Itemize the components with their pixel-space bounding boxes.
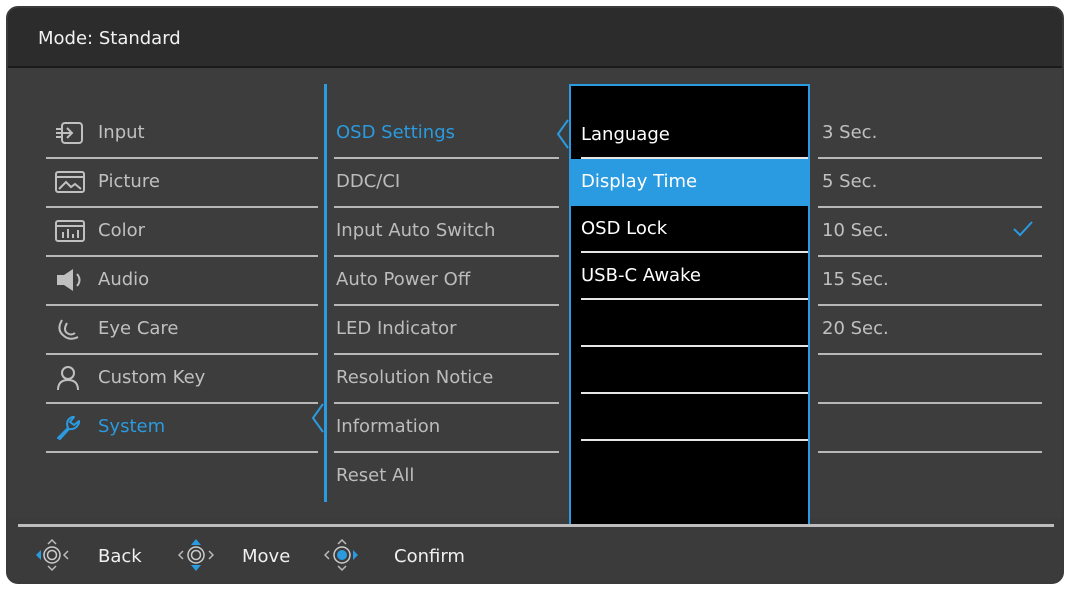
- bottom-divider: [18, 524, 1054, 527]
- checkmark-icon: [1013, 221, 1033, 237]
- main-menu-item-system[interactable]: System: [46, 404, 318, 453]
- system-menu-item[interactable]: Input Auto Switch: [334, 208, 559, 257]
- main-menu-label: Color: [98, 220, 145, 241]
- row-separator: [581, 439, 808, 441]
- main-menu-label: Input: [98, 122, 145, 143]
- osd-settings-label: Language: [581, 124, 670, 145]
- move-label: Move: [242, 546, 291, 567]
- audio-icon: [57, 269, 81, 291]
- move-hint: Move: [178, 538, 318, 572]
- main-menu-item-color[interactable]: Color: [46, 208, 318, 257]
- main-menu-label: Audio: [98, 269, 150, 290]
- picture-icon: [55, 171, 85, 193]
- option-label: 5 Sec.: [822, 171, 878, 192]
- color-icon: [55, 220, 85, 242]
- option-label: 3 Sec.: [822, 122, 878, 143]
- system-menu-label: Information: [336, 416, 441, 437]
- title-bar: Mode: Standard: [8, 8, 1062, 68]
- option-label: 10 Sec.: [822, 220, 889, 241]
- column-divider: [324, 84, 327, 502]
- main-menu-item-input[interactable]: Input: [46, 110, 318, 159]
- back-hint: Back: [34, 538, 154, 572]
- main-menu-item-picture[interactable]: Picture: [46, 159, 318, 208]
- osd-settings-item: [571, 300, 808, 347]
- osd-settings-menu: Language Display Time OSD Lock USB-C Awa…: [571, 112, 808, 441]
- mode-label: Mode: Standard: [38, 28, 181, 49]
- main-menu-label: Custom Key: [98, 367, 206, 388]
- main-menu-item-custom-key[interactable]: Custom Key: [46, 355, 318, 404]
- eye-care-icon: [58, 319, 79, 340]
- system-menu-item[interactable]: Auto Power Off: [334, 257, 559, 306]
- display-time-options: 3 Sec. 5 Sec. 10 Sec. 15 Sec. 20 Sec.: [818, 110, 1042, 453]
- joystick-up-down-icon: [178, 539, 214, 571]
- osd-settings-item[interactable]: Display Time: [571, 159, 808, 206]
- system-menu-item[interactable]: DDC/CI: [334, 159, 559, 208]
- main-menu-label: Eye Care: [98, 318, 179, 339]
- main-menu-item-audio[interactable]: Audio: [46, 257, 318, 306]
- display-time-option: [818, 404, 1042, 453]
- main-menu-caret-icon: [311, 403, 324, 433]
- confirm-hint: Confirm: [324, 538, 474, 572]
- system-menu-label: Resolution Notice: [336, 367, 494, 388]
- navigation-bar: Back Move Confirm: [8, 524, 1062, 582]
- system-icon: [57, 416, 80, 440]
- system-menu-label: DDC/CI: [336, 171, 401, 192]
- display-time-option[interactable]: 15 Sec.: [818, 257, 1042, 306]
- joystick-press-icon: [324, 538, 358, 572]
- joystick-left-icon: [36, 538, 69, 572]
- osd-settings-panel: Language Display Time OSD Lock USB-C Awa…: [569, 84, 810, 526]
- system-menu-label: OSD Settings: [336, 122, 456, 143]
- osd-settings-label: OSD Lock: [581, 218, 668, 239]
- custom-key-icon: [57, 366, 79, 391]
- system-menu-item[interactable]: LED Indicator: [334, 306, 559, 355]
- osd-settings-label: Display Time: [581, 171, 698, 192]
- osd-settings-item[interactable]: Language: [571, 112, 808, 159]
- main-menu: Input Picture Color Audio Eye Care Custo…: [46, 110, 318, 453]
- system-menu-item[interactable]: Information: [334, 404, 559, 453]
- osd-settings-item[interactable]: OSD Lock: [571, 206, 808, 253]
- main-menu-label: System: [98, 416, 166, 437]
- main-menu-label: Picture: [98, 171, 160, 192]
- back-label: Back: [98, 546, 142, 567]
- main-menu-item-eye-care[interactable]: Eye Care: [46, 306, 318, 355]
- system-menu-item[interactable]: OSD Settings: [334, 110, 559, 159]
- display-time-option[interactable]: 10 Sec.: [818, 208, 1042, 257]
- osd-window: Mode: Standard Input Picture Color Audio…: [6, 6, 1064, 584]
- confirm-label: Confirm: [394, 546, 465, 567]
- system-menu-item[interactable]: Resolution Notice: [334, 355, 559, 404]
- menu-area: Input Picture Color Audio Eye Care Custo…: [8, 68, 1062, 526]
- option-label: 20 Sec.: [822, 318, 889, 339]
- osd-settings-item: [571, 347, 808, 394]
- display-time-option[interactable]: 20 Sec.: [818, 306, 1042, 355]
- system-menu-item[interactable]: Reset All: [334, 453, 559, 500]
- system-menu-label: Auto Power Off: [336, 269, 471, 290]
- system-menu-caret-icon: [556, 119, 569, 149]
- system-menu-label: Reset All: [336, 465, 415, 486]
- osd-settings-item[interactable]: USB-C Awake: [571, 253, 808, 300]
- input-icon: [56, 122, 83, 144]
- display-time-option[interactable]: 5 Sec.: [818, 159, 1042, 208]
- system-menu: OSD Settings DDC/CI Input Auto Switch Au…: [334, 110, 559, 500]
- system-menu-label: LED Indicator: [336, 318, 457, 339]
- osd-settings-label: USB-C Awake: [581, 265, 701, 286]
- display-time-option: [818, 355, 1042, 404]
- osd-settings-item: [571, 394, 808, 441]
- option-label: 15 Sec.: [822, 269, 889, 290]
- display-time-option[interactable]: 3 Sec.: [818, 110, 1042, 159]
- system-menu-label: Input Auto Switch: [336, 220, 496, 241]
